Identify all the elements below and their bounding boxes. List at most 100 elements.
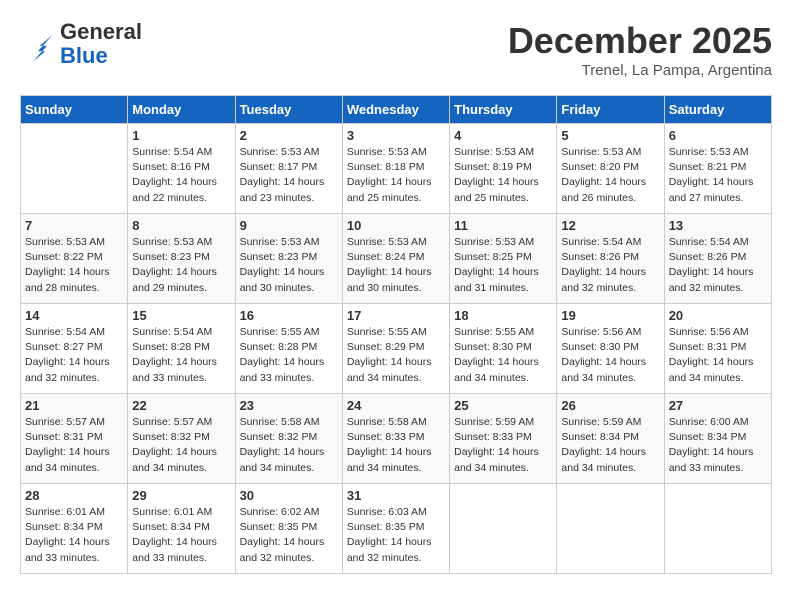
location-subtitle: Trenel, La Pampa, Argentina (508, 62, 772, 79)
calendar-cell: 7Sunrise: 5:53 AM Sunset: 8:22 PM Daylig… (21, 214, 128, 304)
calendar-week-1: 1Sunrise: 5:54 AM Sunset: 8:16 PM Daylig… (21, 124, 772, 214)
calendar-cell: 27Sunrise: 6:00 AM Sunset: 8:34 PM Dayli… (664, 394, 771, 484)
day-detail: Sunrise: 5:59 AM Sunset: 8:34 PM Dayligh… (561, 415, 659, 476)
calendar-body: 1Sunrise: 5:54 AM Sunset: 8:16 PM Daylig… (21, 124, 772, 574)
day-detail: Sunrise: 5:56 AM Sunset: 8:31 PM Dayligh… (669, 325, 767, 386)
day-number: 15 (132, 308, 230, 323)
logo-blue: Blue (60, 44, 142, 68)
calendar-cell: 8Sunrise: 5:53 AM Sunset: 8:23 PM Daylig… (128, 214, 235, 304)
day-number: 2 (240, 128, 338, 143)
calendar-cell: 31 Sunrise: 6:03 AM Sunset: 8:35 PM Dayli… (342, 484, 449, 574)
calendar-cell: 10Sunrise: 5:53 AM Sunset: 8:24 PM Dayli… (342, 214, 449, 304)
day-detail: Sunrise: 5:55 AM Sunset: 8:30 PM Dayligh… (454, 325, 552, 386)
day-number: 31 (347, 488, 445, 503)
calendar-cell: 17 Sunrise: 5:55 AM Sunset: 8:29 PM Dayli… (342, 304, 449, 394)
calendar-header: Sunday Monday Tuesday Wednesday Thursday… (21, 96, 772, 124)
day-number: 5 (561, 128, 659, 143)
calendar-week-4: 21 Sunrise: 5:57 AM Sunset: 8:31 PM Dayli… (21, 394, 772, 484)
col-tuesday: Tuesday (235, 96, 342, 124)
day-number: 17 (347, 308, 445, 323)
day-detail: Sunrise: 5:53 AM Sunset: 8:20 PM Dayligh… (561, 145, 659, 206)
day-detail: Sunrise: 5:55 AM Sunset: 8:28 PM Dayligh… (240, 325, 338, 386)
day-number: 22 (132, 398, 230, 413)
day-number: 16 (240, 308, 338, 323)
day-number: 13 (669, 218, 767, 233)
day-number: 26 (561, 398, 659, 413)
day-number: 14 (25, 308, 123, 323)
logo-general: General (60, 20, 142, 44)
header-row: Sunday Monday Tuesday Wednesday Thursday… (21, 96, 772, 124)
day-detail: Sunrise: 5:54 AM Sunset: 8:28 PM Dayligh… (132, 325, 230, 386)
calendar-cell: 9 Sunrise: 5:53 AM Sunset: 8:23 PM Daylig… (235, 214, 342, 304)
calendar-cell (557, 484, 664, 574)
calendar-week-2: 7Sunrise: 5:53 AM Sunset: 8:22 PM Daylig… (21, 214, 772, 304)
calendar-cell: 18 Sunrise: 5:55 AM Sunset: 8:30 PM Dayli… (450, 304, 557, 394)
calendar-cell: 16 Sunrise: 5:55 AM Sunset: 8:28 PM Dayli… (235, 304, 342, 394)
day-detail: Sunrise: 5:58 AM Sunset: 8:32 PM Dayligh… (240, 415, 338, 476)
day-detail: Sunrise: 6:01 AM Sunset: 8:34 PM Dayligh… (25, 505, 123, 566)
logo: General Blue (20, 20, 142, 68)
day-number: 9 (240, 218, 338, 233)
day-detail: Sunrise: 5:58 AM Sunset: 8:33 PM Dayligh… (347, 415, 445, 476)
day-detail: Sunrise: 5:54 AM Sunset: 8:26 PM Dayligh… (669, 235, 767, 296)
day-number: 27 (669, 398, 767, 413)
calendar-cell: 1Sunrise: 5:54 AM Sunset: 8:16 PM Daylig… (128, 124, 235, 214)
calendar-week-3: 14 Sunrise: 5:54 AM Sunset: 8:27 PM Dayli… (21, 304, 772, 394)
day-detail: Sunrise: 5:53 AM Sunset: 8:23 PM Dayligh… (240, 235, 338, 296)
calendar-cell: 23Sunrise: 5:58 AM Sunset: 8:32 PM Dayli… (235, 394, 342, 484)
day-number: 28 (25, 488, 123, 503)
logo-icon (20, 26, 56, 62)
day-number: 24 (347, 398, 445, 413)
calendar-cell: 4 Sunrise: 5:53 AM Sunset: 8:19 PM Daylig… (450, 124, 557, 214)
calendar-cell: 11Sunrise: 5:53 AM Sunset: 8:25 PM Dayli… (450, 214, 557, 304)
day-number: 25 (454, 398, 552, 413)
calendar-cell: 15 Sunrise: 5:54 AM Sunset: 8:28 PM Dayli… (128, 304, 235, 394)
day-number: 4 (454, 128, 552, 143)
calendar-cell: 22 Sunrise: 5:57 AM Sunset: 8:32 PM Dayli… (128, 394, 235, 484)
day-detail: Sunrise: 5:53 AM Sunset: 8:23 PM Dayligh… (132, 235, 230, 296)
day-number: 7 (25, 218, 123, 233)
calendar-cell: 28 Sunrise: 6:01 AM Sunset: 8:34 PM Dayli… (21, 484, 128, 574)
day-detail: Sunrise: 5:53 AM Sunset: 8:19 PM Dayligh… (454, 145, 552, 206)
col-wednesday: Wednesday (342, 96, 449, 124)
calendar-cell: 19 Sunrise: 5:56 AM Sunset: 8:30 PM Dayli… (557, 304, 664, 394)
col-monday: Monday (128, 96, 235, 124)
day-detail: Sunrise: 5:53 AM Sunset: 8:24 PM Dayligh… (347, 235, 445, 296)
day-number: 12 (561, 218, 659, 233)
title-block: December 2025 Trenel, La Pampa, Argentin… (508, 20, 772, 79)
day-number: 20 (669, 308, 767, 323)
day-number: 21 (25, 398, 123, 413)
day-detail: Sunrise: 6:02 AM Sunset: 8:35 PM Dayligh… (240, 505, 338, 566)
day-detail: Sunrise: 5:55 AM Sunset: 8:29 PM Dayligh… (347, 325, 445, 386)
day-detail: Sunrise: 5:57 AM Sunset: 8:31 PM Dayligh… (25, 415, 123, 476)
day-detail: Sunrise: 5:54 AM Sunset: 8:27 PM Dayligh… (25, 325, 123, 386)
day-number: 19 (561, 308, 659, 323)
calendar-cell (664, 484, 771, 574)
day-number: 18 (454, 308, 552, 323)
calendar-cell: 6 Sunrise: 5:53 AM Sunset: 8:21 PM Daylig… (664, 124, 771, 214)
month-title: December 2025 (508, 20, 772, 62)
day-detail: Sunrise: 6:03 AM Sunset: 8:35 PM Dayligh… (347, 505, 445, 566)
calendar-cell: 14 Sunrise: 5:54 AM Sunset: 8:27 PM Dayli… (21, 304, 128, 394)
calendar-cell: 25 Sunrise: 5:59 AM Sunset: 8:33 PM Dayli… (450, 394, 557, 484)
day-detail: Sunrise: 5:56 AM Sunset: 8:30 PM Dayligh… (561, 325, 659, 386)
day-detail: Sunrise: 5:59 AM Sunset: 8:33 PM Dayligh… (454, 415, 552, 476)
page-header: General Blue December 2025 Trenel, La Pa… (20, 20, 772, 79)
day-detail: Sunrise: 5:53 AM Sunset: 8:18 PM Dayligh… (347, 145, 445, 206)
day-detail: Sunrise: 5:54 AM Sunset: 8:26 PM Dayligh… (561, 235, 659, 296)
col-thursday: Thursday (450, 96, 557, 124)
day-number: 6 (669, 128, 767, 143)
calendar-cell: 21 Sunrise: 5:57 AM Sunset: 8:31 PM Dayli… (21, 394, 128, 484)
calendar-cell: 5 Sunrise: 5:53 AM Sunset: 8:20 PM Daylig… (557, 124, 664, 214)
day-number: 3 (347, 128, 445, 143)
calendar-cell: 3 Sunrise: 5:53 AM Sunset: 8:18 PM Daylig… (342, 124, 449, 214)
day-detail: Sunrise: 5:57 AM Sunset: 8:32 PM Dayligh… (132, 415, 230, 476)
calendar-cell (450, 484, 557, 574)
logo-text: General Blue (60, 20, 142, 68)
calendar-table: Sunday Monday Tuesday Wednesday Thursday… (20, 95, 772, 574)
calendar-cell: 12 Sunrise: 5:54 AM Sunset: 8:26 PM Dayli… (557, 214, 664, 304)
day-detail: Sunrise: 5:53 AM Sunset: 8:21 PM Dayligh… (669, 145, 767, 206)
col-friday: Friday (557, 96, 664, 124)
calendar-week-5: 28 Sunrise: 6:01 AM Sunset: 8:34 PM Dayli… (21, 484, 772, 574)
col-sunday: Sunday (21, 96, 128, 124)
